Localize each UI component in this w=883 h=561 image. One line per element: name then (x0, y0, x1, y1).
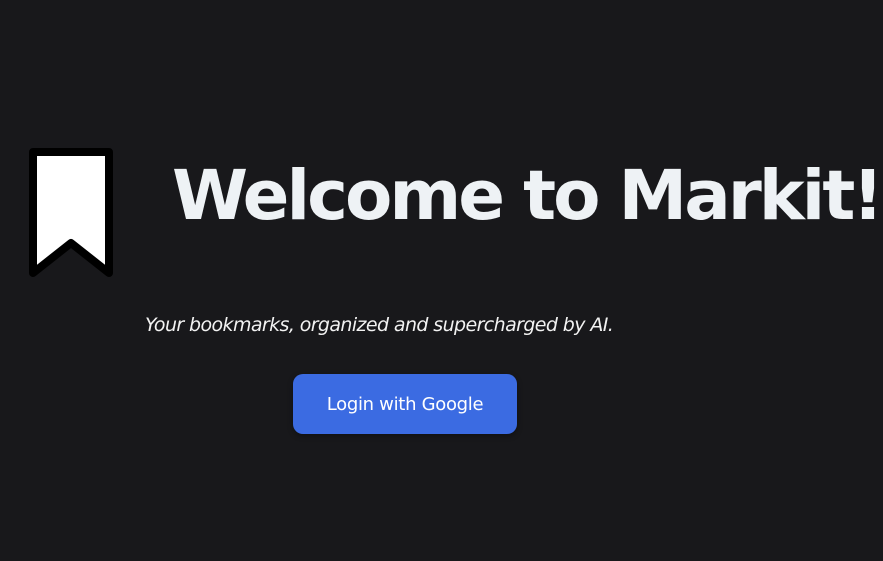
tagline: Your bookmarks, organized and supercharg… (145, 314, 614, 336)
login-with-google-button[interactable]: Login with Google (293, 374, 517, 434)
bookmark-icon (28, 147, 114, 279)
page-title: Welcome to Markit! (172, 156, 883, 236)
